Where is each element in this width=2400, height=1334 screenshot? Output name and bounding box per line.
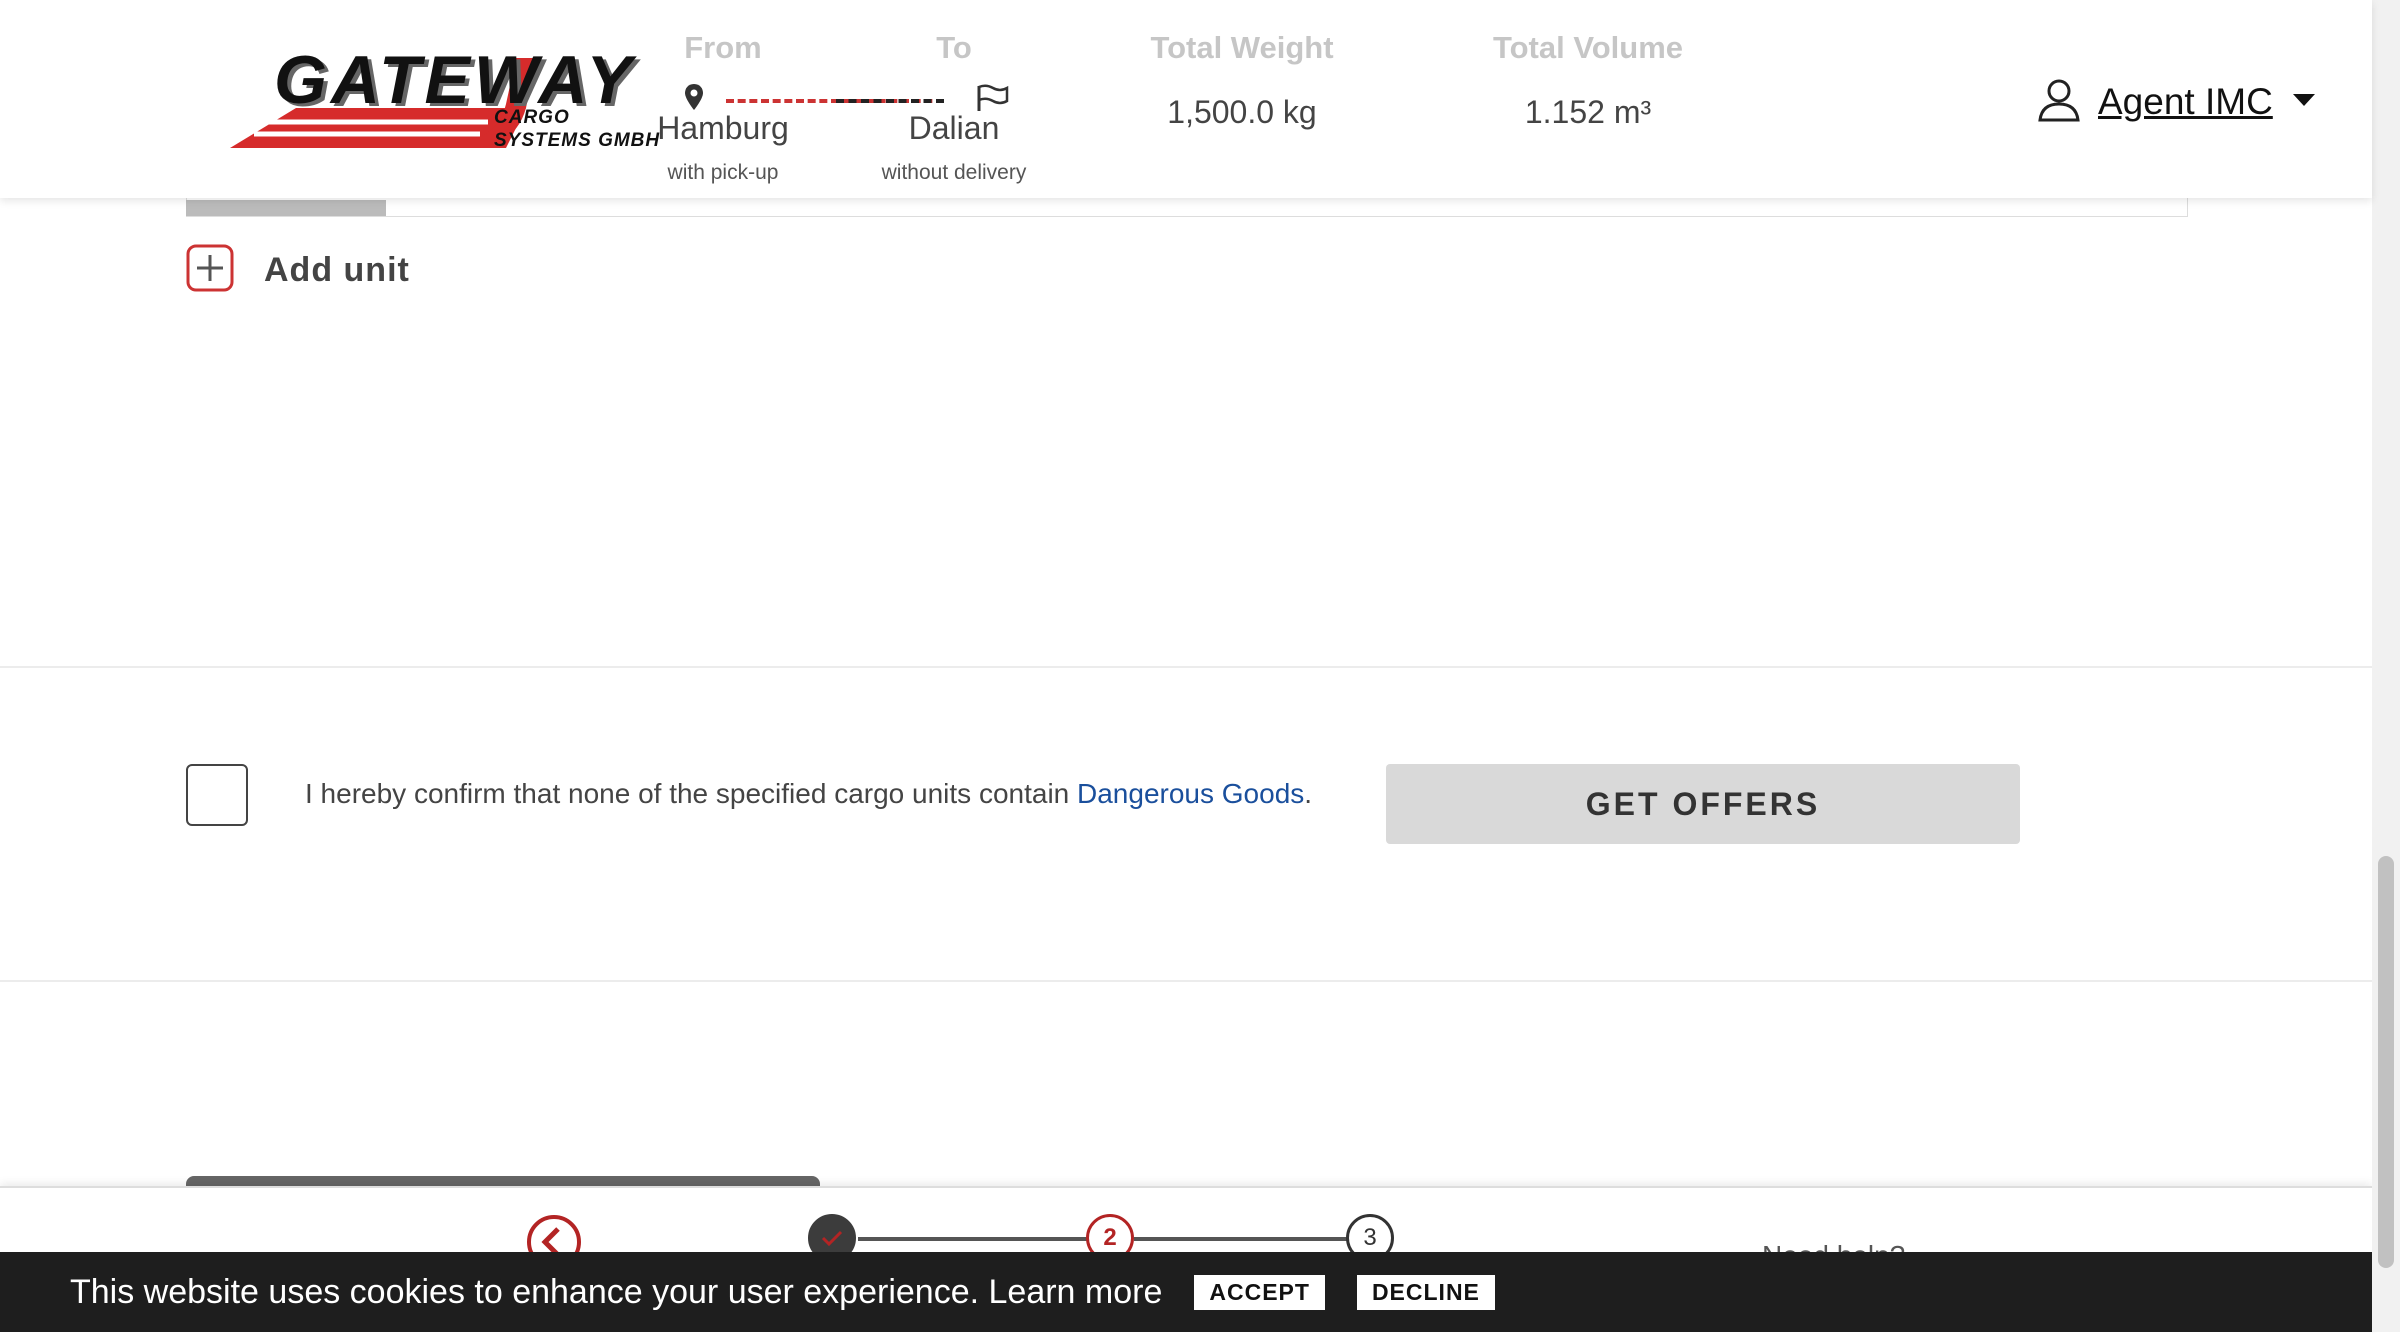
get-offers-button[interactable]: GET OFFERS bbox=[1386, 764, 2020, 844]
logo-sub-line1: CARGO bbox=[494, 107, 570, 128]
confirm-suffix: . bbox=[1304, 778, 1313, 809]
route-to: To Dalian without delivery bbox=[866, 30, 1042, 185]
section-divider bbox=[0, 980, 2372, 982]
dangerous-goods-checkbox[interactable] bbox=[186, 764, 248, 826]
confirm-statement: I hereby confirm that none of the specif… bbox=[305, 778, 1078, 809]
cookie-banner: This website uses cookies to enhance you… bbox=[0, 1252, 2372, 1332]
user-name[interactable]: Agent IMC bbox=[2098, 81, 2273, 123]
total-weight-value: 1,500.0 kg bbox=[1167, 94, 1317, 130]
total-volume: Total Volume 1.152 m³ bbox=[1462, 30, 1714, 131]
to-label: To bbox=[936, 30, 972, 65]
cookie-accept-button[interactable]: ACCEPT bbox=[1194, 1274, 1325, 1310]
route-from: From Hamburg with pick-up bbox=[642, 30, 804, 185]
caret-down-icon[interactable] bbox=[2292, 94, 2315, 106]
section-divider bbox=[0, 666, 2372, 668]
cargo-unit-tab[interactable] bbox=[186, 200, 386, 216]
from-city: Hamburg bbox=[657, 110, 789, 146]
logo-subtitle: CARGO SYSTEMS GMBH bbox=[494, 106, 660, 152]
to-note: without delivery bbox=[881, 161, 1027, 184]
add-unit-label: Add unit bbox=[264, 251, 410, 289]
cookie-message[interactable]: This website uses cookies to enhance you… bbox=[70, 1273, 1162, 1312]
logo-sub-line2: SYSTEMS GMBH bbox=[494, 130, 661, 151]
dangerous-goods-link[interactable]: Dangerous Goods bbox=[1077, 778, 1304, 809]
from-label: From bbox=[684, 30, 762, 65]
user-menu[interactable]: Agent IMC bbox=[2038, 72, 2315, 132]
dangerous-goods-confirm-text: I hereby confirm that none of the specif… bbox=[305, 778, 1312, 810]
total-weight-label: Total Weight bbox=[1150, 30, 1334, 65]
plus-square-icon bbox=[186, 244, 234, 297]
scrollbar-thumb[interactable] bbox=[2378, 856, 2394, 1268]
gateway-logo[interactable]: GATEWAY CARGO SYSTEMS GMBH bbox=[226, 44, 666, 154]
cookie-decline-button[interactable]: DECLINE bbox=[1356, 1274, 1495, 1310]
check-icon bbox=[821, 1230, 843, 1246]
total-volume-label: Total Volume bbox=[1492, 30, 1684, 65]
total-weight: Total Weight 1,500.0 kg bbox=[1122, 30, 1362, 131]
logo-wordmark: GATEWAY bbox=[274, 42, 636, 118]
from-note: with pick-up bbox=[667, 161, 779, 184]
add-unit-button[interactable]: Add unit bbox=[186, 244, 410, 297]
user-icon bbox=[2038, 78, 2080, 127]
total-volume-value: 1.152 m³ bbox=[1524, 94, 1652, 130]
step-connector bbox=[858, 1237, 1122, 1241]
site-header: GATEWAY CARGO SYSTEMS GMBH From Hamburg … bbox=[0, 0, 2372, 198]
location-pin-icon bbox=[684, 83, 704, 116]
to-city: Dalian bbox=[908, 110, 1000, 146]
step-connector bbox=[1134, 1237, 1360, 1241]
